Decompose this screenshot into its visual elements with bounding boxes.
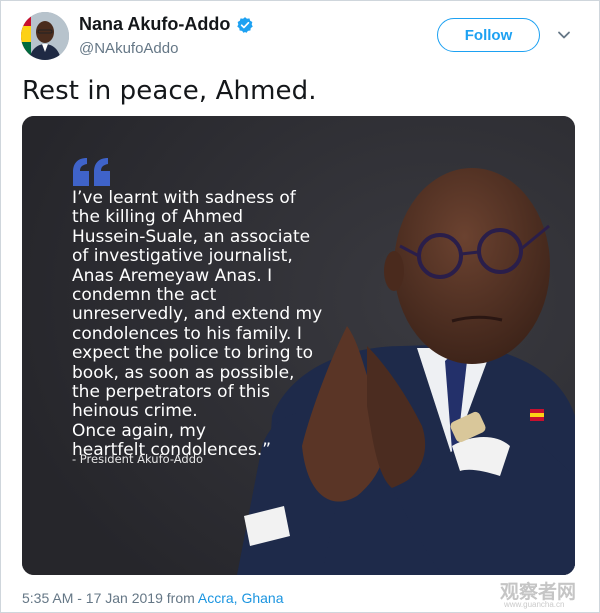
author-handle[interactable]: @NAkufoAddo [79, 40, 178, 57]
verified-badge-icon [237, 16, 254, 33]
tweet-timestamp[interactable]: 5:35 AM - 17 Jan 2019 from Accra, Ghana [22, 590, 284, 606]
tweet-text: Rest in peace, Ahmed. [22, 76, 317, 106]
watermark-url: www.guancha.cn [504, 600, 565, 609]
avatar-image [21, 12, 69, 60]
quote-mark-icon [73, 158, 110, 186]
quote-text: I’ve learnt with sadness of the killing … [72, 188, 323, 461]
timestamp-text[interactable]: 5:35 AM - 17 Jan 2019 from [22, 590, 198, 606]
avatar[interactable] [21, 12, 69, 60]
location-link[interactable]: Accra, Ghana [198, 590, 284, 606]
author-name[interactable]: Nana Akufo-Addo [79, 14, 254, 35]
follow-button[interactable]: Follow [437, 18, 540, 52]
chevron-down-icon[interactable] [556, 27, 572, 43]
tweet-image[interactable]: I’ve learnt with sadness of the killing … [22, 116, 575, 575]
author-name-text[interactable]: Nana Akufo-Addo [79, 14, 230, 35]
quote-attribution: - President Akufo-Addo [72, 452, 204, 466]
